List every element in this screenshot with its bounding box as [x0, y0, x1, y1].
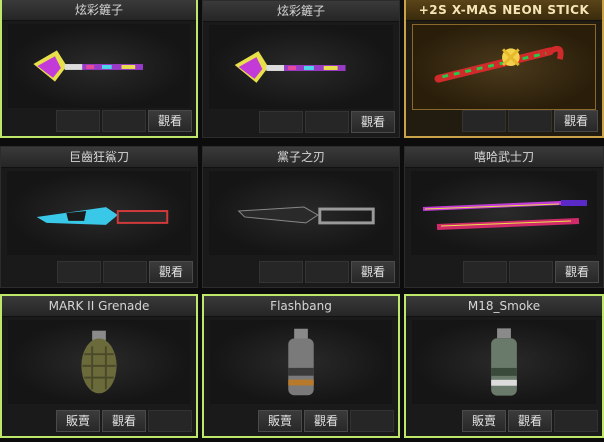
inventory-grid: 炫彩鏟子 觀看 炫彩鏟子 觀看 +2S X-MAS NEON STICK 觀看 … — [0, 0, 604, 442]
item-title: 嘻哈武士刀 — [405, 147, 603, 168]
item-image-flashbang — [210, 320, 392, 404]
view-button[interactable]: 觀看 — [149, 261, 193, 283]
item-card-smoke[interactable]: M18_Smoke A 販賣 觀看 — [404, 294, 604, 438]
empty-slot — [102, 110, 146, 132]
knife-icon — [237, 206, 375, 225]
empty-slot — [259, 261, 303, 283]
item-title: 炫彩鏟子 — [203, 1, 399, 22]
empty-slot — [554, 410, 598, 432]
empty-slot — [463, 261, 507, 283]
empty-slot — [103, 261, 147, 283]
item-card-flashbang[interactable]: Flashbang A 販賣 觀看 — [202, 294, 400, 438]
item-image-shark-knife — [7, 171, 191, 255]
item-title: 炫彩鏟子 — [2, 0, 196, 21]
item-card-blade[interactable]: 黨子之刃 觀看 — [202, 146, 400, 288]
item-card-xmas-stick[interactable]: +2S X-MAS NEON STICK 觀看 — [404, 0, 604, 138]
item-title: MARK II Grenade — [2, 296, 196, 317]
empty-slot — [350, 410, 394, 432]
view-button[interactable]: 觀看 — [508, 410, 552, 432]
sell-button[interactable]: 販賣 — [462, 410, 506, 432]
item-title: +2S X-MAS NEON STICK — [406, 0, 602, 21]
empty-slot — [57, 261, 101, 283]
view-button[interactable]: 觀看 — [102, 410, 146, 432]
item-card-shovel-1[interactable]: 炫彩鏟子 觀看 — [0, 0, 198, 138]
katana-icon — [422, 200, 587, 230]
item-image-grenade — [8, 320, 190, 404]
empty-slot — [148, 410, 192, 432]
view-button[interactable]: 觀看 — [351, 261, 395, 283]
item-card-katana[interactable]: 嘻哈武士刀 觀看 — [404, 146, 604, 288]
item-title: 黨子之刃 — [203, 147, 399, 168]
sell-button[interactable]: 販賣 — [56, 410, 100, 432]
item-card-shark-knife[interactable]: 巨齒狂鯊刀 觀看 — [0, 146, 198, 288]
shovel-icon — [234, 51, 346, 83]
sell-button[interactable]: 販賣 — [258, 410, 302, 432]
item-image-blade — [209, 171, 393, 255]
view-button[interactable]: 觀看 — [304, 410, 348, 432]
empty-slot — [305, 261, 349, 283]
grenade-icon — [81, 330, 117, 394]
item-image-smoke — [412, 320, 596, 404]
shovel-icon — [33, 50, 144, 82]
item-title: Flashbang — [204, 296, 398, 317]
item-card-shovel-2[interactable]: 炫彩鏟子 觀看 — [202, 0, 400, 138]
flashbang-icon — [288, 328, 314, 396]
item-image-candy-stick — [412, 24, 596, 110]
item-image-katana — [411, 171, 597, 255]
empty-slot — [259, 111, 303, 133]
knife-icon — [36, 207, 169, 225]
smoke-grenade-icon — [491, 328, 517, 396]
empty-slot — [56, 110, 100, 132]
item-title: M18_Smoke — [406, 296, 602, 317]
view-button[interactable]: 觀看 — [555, 261, 599, 283]
item-card-grenade[interactable]: MARK II Grenade A 販賣 觀看 — [0, 294, 198, 438]
candy-stick-icon — [434, 45, 564, 83]
view-button[interactable]: 觀看 — [554, 110, 598, 132]
empty-slot — [462, 110, 506, 132]
view-button[interactable]: 觀看 — [351, 111, 395, 133]
empty-slot — [508, 110, 552, 132]
item-image-shovel — [8, 24, 190, 108]
item-image-shovel — [209, 25, 393, 109]
view-button[interactable]: 觀看 — [148, 110, 192, 132]
empty-slot — [305, 111, 349, 133]
item-title: 巨齒狂鯊刀 — [1, 147, 197, 168]
empty-slot — [509, 261, 553, 283]
